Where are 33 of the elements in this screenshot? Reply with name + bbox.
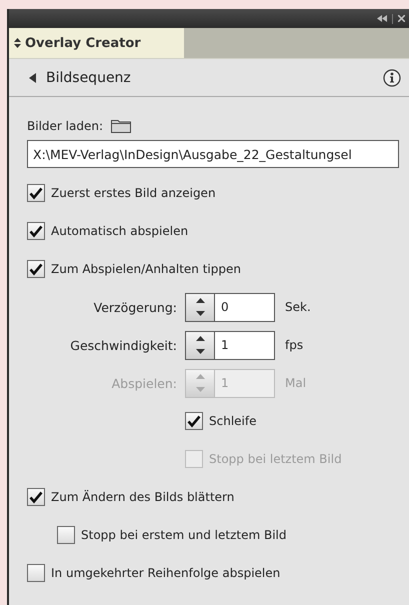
checkbox[interactable] — [27, 488, 45, 506]
checkbox[interactable] — [27, 184, 45, 202]
spinner-label: Abspielen: — [110, 374, 177, 393]
close-icon[interactable] — [398, 15, 405, 22]
spinner-label: Verzögerung: — [92, 298, 177, 317]
checkbox-option[interactable]: Schleife — [185, 402, 399, 440]
spinner-label: Geschwindigkeit: — [69, 336, 177, 355]
checkbox[interactable] — [185, 412, 203, 430]
sort-arrows-icon — [14, 38, 21, 48]
number-spinner[interactable]: 1 — [185, 330, 275, 360]
info-icon[interactable] — [383, 68, 401, 86]
tab-label: Overlay Creator — [25, 36, 141, 50]
unit-label: Mal — [285, 376, 306, 390]
number-spinner[interactable]: 0 — [185, 292, 275, 322]
checkbox[interactable] — [27, 564, 45, 582]
checkbox-option[interactable]: Zum Abspielen/Anhalten tippen — [27, 250, 399, 288]
checkbox-option[interactable]: Automatisch abspielen — [27, 212, 399, 250]
unit-label: Sek. — [285, 300, 311, 314]
checkbox[interactable] — [27, 260, 45, 278]
load-label: Bilder laden: — [27, 119, 103, 133]
section-title: Bildsequenz — [46, 70, 132, 86]
checkbox-option[interactable]: Zuerst erstes Bild anzeigen — [27, 174, 399, 212]
checkbox[interactable] — [27, 222, 45, 240]
path-field[interactable]: X:\MEV-Verlag\InDesign\Ausgabe_22_Gestaltungsel — [27, 140, 399, 168]
folder-icon[interactable] — [110, 119, 131, 133]
checkbox-option[interactable]: In umgekehrter Reihenfolge abspielen — [27, 554, 399, 592]
collapse-icon[interactable] — [377, 15, 387, 22]
back-arrow-icon[interactable] — [29, 72, 36, 82]
checkbox[interactable] — [57, 526, 75, 544]
panel-tab[interactable]: Overlay Creator — [9, 28, 184, 58]
unit-label: fps — [285, 338, 304, 352]
checkbox-option[interactable]: Zum Ändern des Bilds blättern — [27, 478, 399, 516]
checkbox-option[interactable]: Stopp bei erstem und letztem Bild — [57, 516, 399, 554]
